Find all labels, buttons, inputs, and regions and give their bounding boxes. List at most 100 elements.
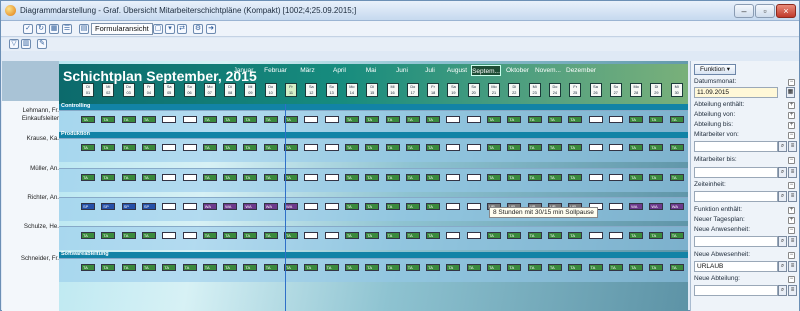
shift-cell[interactable]: TA [507,264,522,271]
shift-cell[interactable]: TA [669,232,684,239]
collapse-icon[interactable]: − [788,132,795,139]
chart-icon[interactable]: ▥ [21,39,31,49]
shift-cell[interactable]: TA [669,116,684,123]
shift-cell[interactable] [466,144,481,151]
close-button[interactable]: × [776,4,796,18]
shift-cell[interactable]: TA [81,264,95,271]
shift-cell[interactable]: WA [223,203,238,210]
shift-cell[interactable]: TA [141,232,156,239]
search-icon[interactable]: ⌕ [778,141,787,152]
shift-cell[interactable]: TA [223,232,238,239]
shift-cell[interactable]: TA [669,174,684,181]
list-icon[interactable]: ≡ [788,261,797,272]
shift-cell[interactable]: TA [344,232,359,239]
shift-cell[interactable]: WA [202,203,217,210]
month-tab[interactable]: Januar [228,65,259,76]
shift-cell[interactable]: TA [263,144,278,151]
shift-cell[interactable]: TA [629,144,644,151]
shift-cell[interactable] [608,232,623,239]
shift-cell[interactable]: TA [223,174,238,181]
shift-cell[interactable]: TA [101,264,116,271]
filter-icon[interactable]: ▽ [9,39,19,49]
shift-cell[interactable]: TA [81,144,95,151]
shift-cell[interactable]: TA [527,174,542,181]
shift-cell[interactable]: TA [202,264,217,271]
list-icon[interactable]: ≡ [788,191,797,202]
shift-cell[interactable] [324,203,339,210]
expand-icon[interactable]: + [788,102,795,109]
employee-name[interactable]: Schneider, Fr. [2,255,59,262]
shift-cell[interactable]: TA [344,203,359,210]
list-icon[interactable]: ≡ [788,285,797,296]
shift-cell[interactable] [446,232,461,239]
neue-anwesenheit-input[interactable] [694,236,778,247]
shift-cell[interactable]: TA [365,232,380,239]
shift-cell[interactable]: TA [101,232,116,239]
shift-cell[interactable]: TA [487,264,501,271]
search-icon[interactable]: ⌕ [778,261,787,272]
shift-cell[interactable]: TA [223,116,238,123]
shift-cell[interactable]: TA [202,232,217,239]
shift-cell[interactable]: TA [344,116,359,123]
shift-cell[interactable]: TA [202,116,217,123]
shift-cell[interactable]: TA [527,232,542,239]
shift-cell[interactable]: TA [405,116,420,123]
shift-cell[interactable]: TA [365,203,380,210]
month-tab[interactable]: Juli [418,65,442,76]
collapse-icon[interactable]: − [788,182,795,189]
shift-cell[interactable]: TA [588,264,603,271]
shift-cell[interactable]: TA [405,174,420,181]
mitarbeiter-bis-input[interactable] [694,167,778,178]
shift-cell[interactable]: TA [669,144,684,151]
expand-icon[interactable]: + [788,122,795,129]
shift-cell[interactable] [324,116,339,123]
shift-cell[interactable] [162,144,177,151]
shift-cell[interactable]: TA [629,264,644,271]
shift-cell[interactable]: TA [507,174,522,181]
shift-cell[interactable] [304,203,319,210]
shift-cell[interactable]: TA [284,232,298,239]
shift-cell[interactable]: TA [446,264,461,271]
shift-cell[interactable]: TA [426,144,441,151]
refresh-icon[interactable]: ↻ [36,24,46,34]
shift-cell[interactable]: TA [141,264,156,271]
shift-cell[interactable]: TA [527,144,542,151]
shift-cell[interactable]: TA [284,264,298,271]
shift-cell[interactable] [588,144,603,151]
shift-cell[interactable]: TA [405,264,420,271]
employee-name[interactable]: Richter, An. [2,194,59,201]
shift-cell[interactable] [466,116,481,123]
shift-cell[interactable]: TA [547,144,562,151]
neue-abwesenheit-input[interactable]: URLAUB [694,261,778,272]
shift-cell[interactable] [608,144,623,151]
shift-cell[interactable]: TA [629,116,644,123]
shift-cell[interactable]: TA [284,144,298,151]
shift-cell[interactable] [446,203,461,210]
shift-cell[interactable]: TA [223,264,238,271]
shift-cell[interactable]: TA [527,116,542,123]
shift-cell[interactable]: TA [405,203,420,210]
shift-cell[interactable]: TA [81,174,95,181]
shift-cell[interactable]: WA [629,203,644,210]
shift-cell[interactable] [304,232,319,239]
list-icon[interactable]: ☰ [62,24,72,34]
shift-cell[interactable]: SP [121,203,136,210]
shift-cell[interactable]: TA [284,174,298,181]
shift-cell[interactable] [304,144,319,151]
shift-cell[interactable]: TA [121,232,136,239]
shift-cell[interactable]: TA [487,174,501,181]
shift-cell[interactable]: TA [385,116,400,123]
shift-cell[interactable]: WA [649,203,664,210]
month-tab[interactable]: Novem... [533,65,563,76]
shift-cell[interactable]: TA [223,144,238,151]
collapse-icon[interactable]: − [788,157,795,164]
shift-cell[interactable]: TA [547,232,562,239]
shift-cell[interactable]: TA [385,144,400,151]
month-tab[interactable]: Septem... [471,65,501,76]
shift-cell[interactable]: WA [669,203,684,210]
collapse-icon[interactable]: − [788,227,795,234]
shift-cell[interactable]: TA [426,116,441,123]
calendar-icon[interactable]: ▦ [786,87,795,98]
shift-cell[interactable]: TA [304,264,319,271]
shift-cell[interactable]: TA [568,232,583,239]
